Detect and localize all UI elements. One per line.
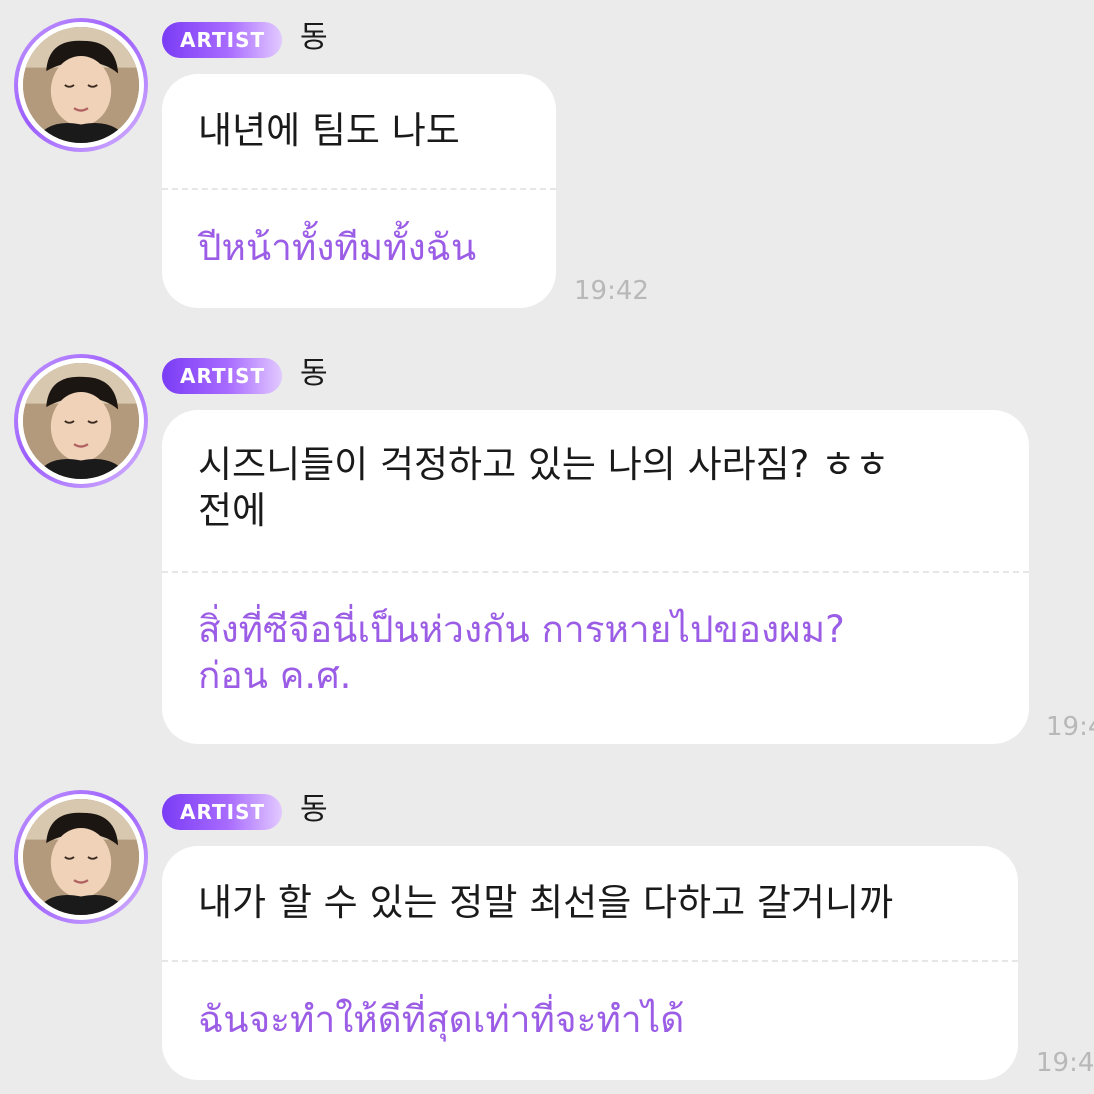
avatar[interactable] [14, 18, 148, 152]
divider [162, 571, 1029, 573]
artist-badge: ARTIST [162, 358, 282, 394]
artist-badge: ARTIST [162, 794, 282, 830]
chat-message: ARTIST 동 시즈니들이 걱정하고 있는 나의 사라짐? ㅎㅎ 전에 สิ่… [0, 336, 1094, 756]
chat-message: ARTIST 동 내년에 팀도 나도 ปีหน้าทั้งทีมทั้งฉัน … [0, 0, 1094, 320]
translated-text: ปีหน้าทั้งทีมทั้งฉัน [198, 226, 477, 269]
artist-badge: ARTIST [162, 22, 282, 58]
avatar[interactable] [14, 354, 148, 488]
timestamp: 19:42 [574, 276, 649, 306]
divider [162, 960, 1018, 962]
message-bubble[interactable]: 시즈니들이 걱정하고 있는 나의 사라짐? ㅎㅎ 전에 สิ่งที่ซีจือ… [162, 410, 1029, 744]
avatar[interactable] [14, 790, 148, 924]
profile-photo-icon [23, 363, 139, 479]
timestamp: 19:4 [1046, 712, 1094, 742]
original-text: 시즈니들이 걱정하고 있는 나의 사라짐? ㅎㅎ 전에 [198, 443, 890, 532]
translated-text: ฉันจะทำให้ดีที่สุดเท่าที่จะทำได้ [198, 998, 685, 1041]
message-bubble[interactable]: 내가 할 수 있는 정말 최선을 다하고 갈거니까 ฉันจะทำให้ดีที… [162, 846, 1018, 1080]
timestamp: 19:4 [1036, 1048, 1094, 1078]
author-name: 동 [300, 356, 328, 391]
divider [162, 188, 556, 190]
chat-message: ARTIST 동 내가 할 수 있는 정말 최선을 다하고 갈거니까 ฉันจะ… [0, 772, 1094, 1094]
original-text: 내가 할 수 있는 정말 최선을 다하고 갈거니까 [198, 881, 894, 924]
translated-text: สิ่งที่ซีจือนี่เป็นห่วงกัน การหายไปของผม… [198, 608, 845, 697]
author-name: 동 [300, 792, 328, 827]
message-bubble[interactable]: 내년에 팀도 나도 ปีหน้าทั้งทีมทั้งฉัน [162, 74, 556, 308]
author-name: 동 [300, 20, 328, 55]
original-text: 내년에 팀도 나도 [198, 109, 460, 152]
profile-photo-icon [23, 27, 139, 143]
profile-photo-icon [23, 799, 139, 915]
